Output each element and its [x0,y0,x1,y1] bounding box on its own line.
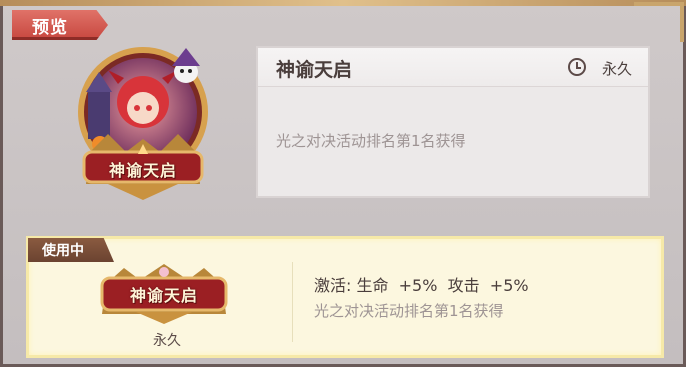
emblem-title-text: 神谕天启 [108,161,177,180]
in-use-tag-label: 使用中 [42,243,84,259]
badge-title-text: 神谕天启 [129,286,198,305]
in-use-tag: 使用中 [28,238,114,262]
tab-preview[interactable]: 预览 [12,10,108,40]
card-description: 光之对决活动排名第1名获得 [276,132,466,150]
title-info-card: 神谕天启 永久 光之对决活动排名第1名获得 [256,46,650,198]
corner-ornament [634,2,684,42]
frame-top-trim [0,0,686,6]
clock-icon [568,58,586,76]
panel-divider [292,262,293,342]
tab-preview-label: 预览 [32,17,68,38]
activation-bonus: 激活: 生命 +5% 攻击 +5% [314,276,529,295]
in-use-source: 光之对决活动排名第1名获得 [314,302,504,320]
badge-duration: 永久 [153,333,181,349]
card-header: 神谕天启 永久 [258,48,648,87]
title-emblem: 神谕天启 [68,44,218,202]
equipped-title-badge: 神谕天启 [96,262,232,324]
card-title: 神谕天启 [276,59,353,81]
card-duration: 永久 [601,60,632,78]
